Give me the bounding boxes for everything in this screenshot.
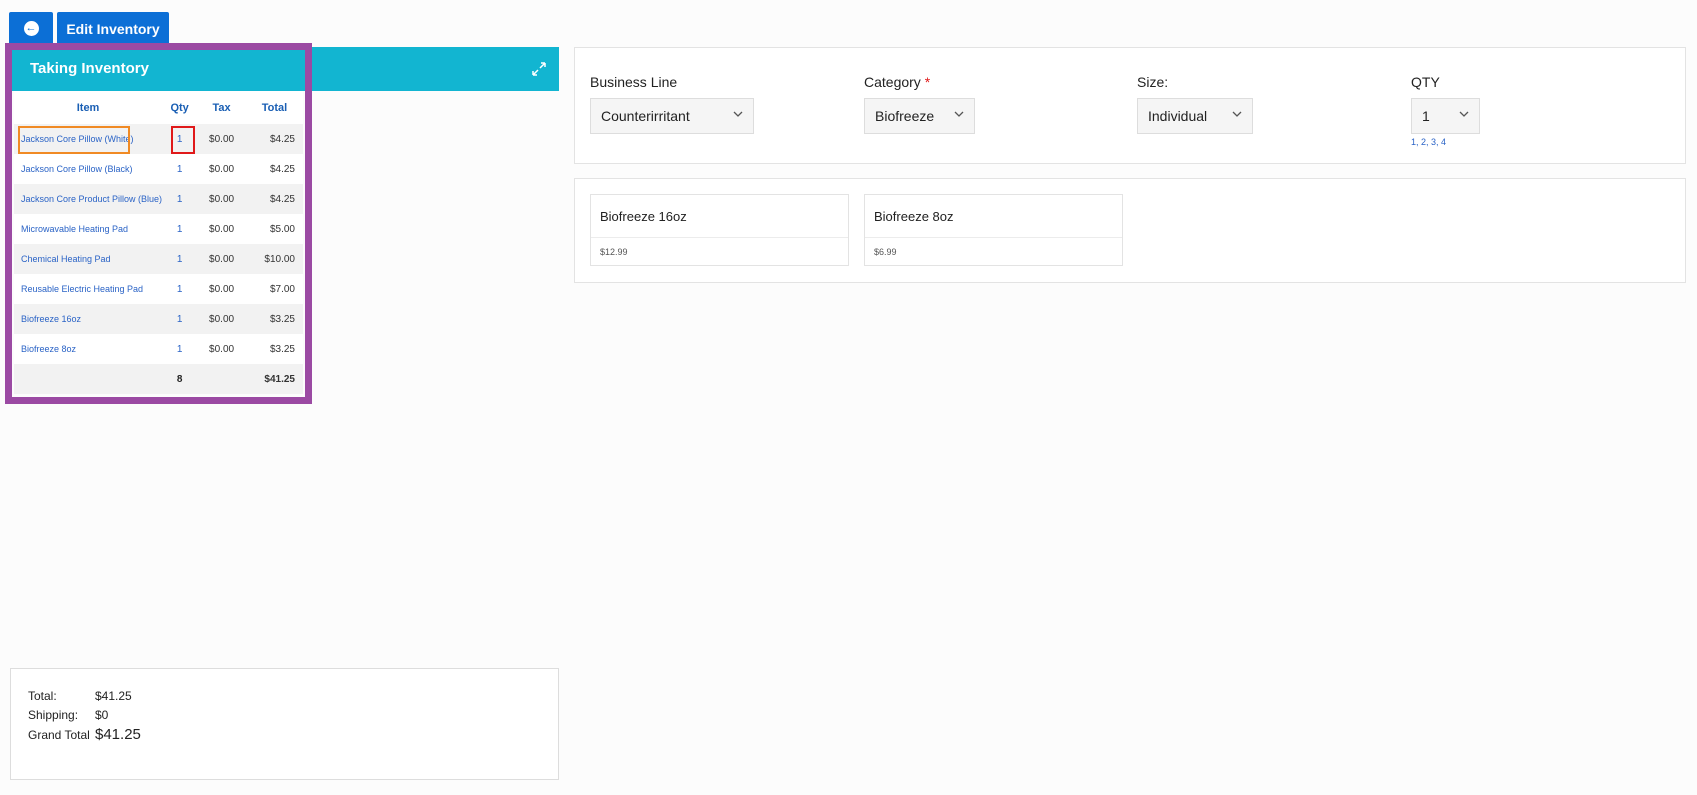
- item-link[interactable]: Jackson Core Product Pillow (Blue): [14, 184, 163, 214]
- footer-empty: [14, 364, 163, 394]
- header-tax[interactable]: Tax: [197, 91, 246, 124]
- product-price: $6.99: [874, 247, 897, 257]
- item-link[interactable]: Jackson Core Pillow (Black): [14, 154, 163, 184]
- summary-shipping-label: Shipping:: [28, 708, 79, 722]
- business-line-value: Counterirritant: [601, 108, 690, 124]
- qty-link[interactable]: 1: [162, 334, 198, 364]
- qty-link[interactable]: 1: [162, 274, 198, 304]
- category-field: Category * Biofreeze: [864, 74, 975, 134]
- summary-shipping-row: Shipping: $0: [28, 708, 108, 722]
- table-footer-row: 8 $41.25: [14, 364, 303, 394]
- qty-select[interactable]: 1: [1411, 98, 1480, 134]
- item-link[interactable]: Biofreeze 16oz: [14, 304, 163, 334]
- qty-field: QTY 1 1, 2, 3, 4: [1411, 74, 1480, 147]
- filter-card: Business Line Counterirritant Category *…: [574, 47, 1686, 164]
- tax-cell: $0.00: [197, 154, 246, 184]
- tax-cell: $0.00: [197, 274, 246, 304]
- expand-icon[interactable]: [530, 60, 548, 78]
- header-item[interactable]: Item: [14, 91, 163, 124]
- footer-qty-total: 8: [162, 364, 198, 394]
- total-cell: $7.00: [245, 274, 303, 304]
- chevron-down-icon: [1232, 111, 1242, 117]
- summary-grand-value: $41.25: [95, 726, 141, 743]
- summary-grand-row: Grand Total $41.25: [28, 726, 141, 743]
- footer-empty: [197, 364, 246, 394]
- qty-value: 1: [1422, 108, 1430, 124]
- summary-grand-label: Grand Total: [28, 728, 90, 742]
- summary-total-row: Total: $41.25: [28, 689, 132, 703]
- table-row: Biofreeze 16oz 1 $0.00 $3.25: [14, 304, 303, 334]
- table-row: Biofreeze 8oz 1 $0.00 $3.25: [14, 334, 303, 364]
- business-line-field: Business Line Counterirritant: [590, 74, 754, 134]
- qty-hint: 1, 2, 3, 4: [1411, 137, 1447, 147]
- summary-total-value: $41.25: [95, 689, 132, 703]
- edit-inventory-button[interactable]: Edit Inventory: [57, 12, 169, 45]
- required-marker: *: [924, 74, 931, 90]
- table-row: Reusable Electric Heating Pad 1 $0.00 $7…: [14, 274, 303, 304]
- chevron-down-icon: [1459, 111, 1469, 117]
- header-qty[interactable]: Qty: [162, 91, 198, 124]
- item-link[interactable]: Chemical Heating Pad: [14, 244, 163, 274]
- chevron-down-icon: [954, 111, 964, 117]
- tax-cell: $0.00: [197, 124, 246, 154]
- summary-total-label: Total:: [28, 689, 57, 703]
- business-line-label: Business Line: [590, 74, 678, 90]
- total-cell: $3.25: [245, 304, 303, 334]
- order-summary: Total: $41.25 Shipping: $0 Grand Total $41.…: [10, 668, 559, 780]
- summary-shipping-value: $0: [95, 708, 109, 722]
- panel-header: Taking Inventory: [9, 47, 559, 91]
- category-label: Category *: [864, 74, 931, 90]
- footer-grand-total: $41.25: [245, 364, 303, 394]
- size-select[interactable]: Individual: [1137, 98, 1253, 134]
- qty-link[interactable]: 1: [162, 154, 198, 184]
- table-row: Jackson Core Product Pillow (Blue) 1 $0.…: [14, 184, 303, 214]
- total-cell: $5.00: [245, 214, 303, 244]
- item-link[interactable]: Jackson Core Pillow (White): [14, 124, 163, 154]
- header-total[interactable]: Total: [245, 91, 303, 124]
- total-cell: $4.25: [245, 154, 303, 184]
- qty-link[interactable]: 1: [162, 184, 198, 214]
- product-name: Biofreeze 8oz: [865, 195, 1122, 238]
- size-label: Size:: [1137, 74, 1169, 90]
- product-card[interactable]: Biofreeze 8oz $6.99: [864, 194, 1123, 266]
- item-link[interactable]: Microwavable Heating Pad: [14, 214, 163, 244]
- total-cell: $4.25: [245, 184, 303, 214]
- tax-cell: $0.00: [197, 304, 246, 334]
- table-row: Chemical Heating Pad 1 $0.00 $10.00: [14, 244, 303, 274]
- total-cell: $4.25: [245, 124, 303, 154]
- qty-link[interactable]: 1: [162, 214, 198, 244]
- size-value: Individual: [1148, 108, 1208, 124]
- qty-link[interactable]: 1: [162, 304, 198, 334]
- total-cell: $3.25: [245, 334, 303, 364]
- table-row: Jackson Core Pillow (Black) 1 $0.00 $4.2…: [14, 154, 303, 184]
- back-button[interactable]: ←: [9, 12, 53, 45]
- tax-cell: $0.00: [197, 214, 246, 244]
- item-link[interactable]: Reusable Electric Heating Pad: [14, 274, 163, 304]
- tax-cell: $0.00: [197, 184, 246, 214]
- arrow-left-circle-icon: ←: [23, 21, 39, 36]
- product-card[interactable]: Biofreeze 16oz $12.99: [590, 194, 849, 266]
- total-cell: $10.00: [245, 244, 303, 274]
- tax-cell: $0.00: [197, 334, 246, 364]
- item-link[interactable]: Biofreeze 8oz: [14, 334, 163, 364]
- qty-label: QTY: [1411, 74, 1440, 90]
- category-select[interactable]: Biofreeze: [864, 98, 975, 134]
- size-field: Size: Individual: [1137, 74, 1253, 134]
- qty-link[interactable]: 1: [162, 244, 198, 274]
- product-name: Biofreeze 16oz: [591, 195, 848, 238]
- tax-cell: $0.00: [197, 244, 246, 274]
- business-line-select[interactable]: Counterirritant: [590, 98, 754, 134]
- table-row: Microwavable Heating Pad 1 $0.00 $5.00: [14, 214, 303, 244]
- product-price: $12.99: [600, 247, 628, 257]
- panel-title: Taking Inventory: [30, 60, 149, 77]
- inventory-table: Item Qty Tax Total Jackson Core Pillow (…: [14, 91, 303, 394]
- products-card: Biofreeze 16oz $12.99 Biofreeze 8oz $6.9…: [574, 178, 1686, 283]
- category-value: Biofreeze: [875, 108, 935, 124]
- table-header-row: Item Qty Tax Total: [14, 91, 303, 124]
- chevron-down-icon: [733, 111, 743, 117]
- qty-link[interactable]: 1: [162, 124, 198, 154]
- table-row: Jackson Core Pillow (White) 1 $0.00 $4.2…: [14, 124, 303, 154]
